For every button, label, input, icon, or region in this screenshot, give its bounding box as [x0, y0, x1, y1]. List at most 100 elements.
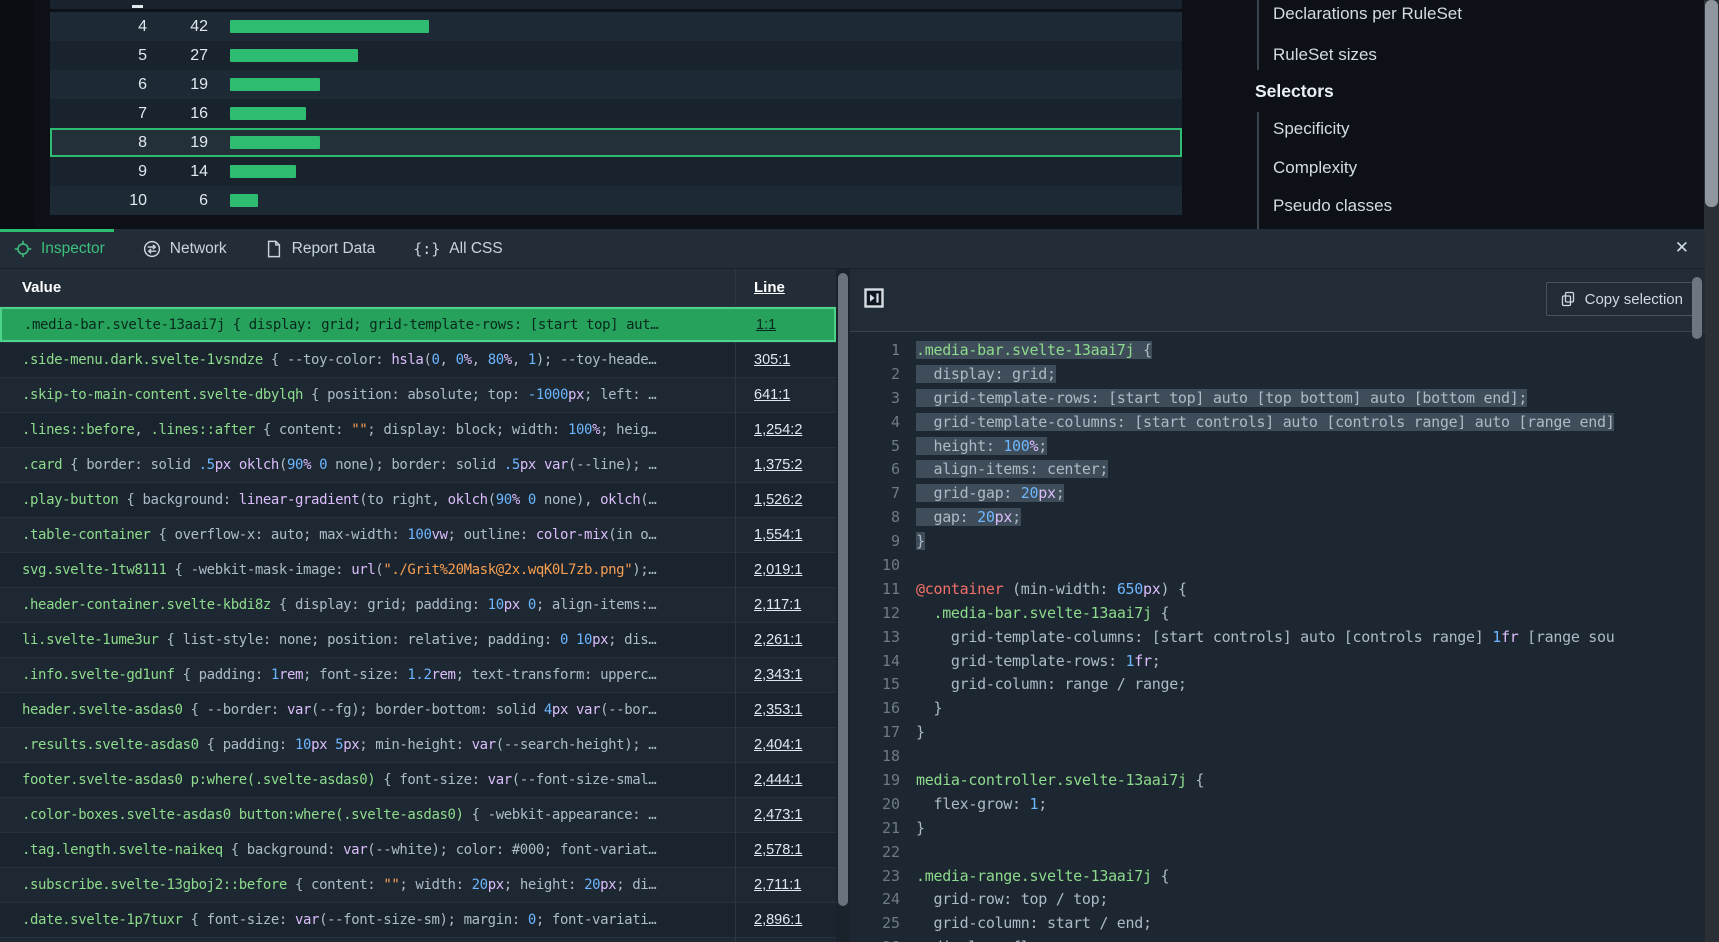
- close-icon[interactable]: ✕: [1675, 237, 1689, 259]
- line-link[interactable]: 2,343:1: [754, 667, 802, 683]
- chart-row-label: 4: [50, 18, 147, 36]
- chart-row-count: 19: [147, 76, 208, 94]
- sidebar-item-complexity[interactable]: Complexity: [1273, 158, 1357, 178]
- table-row[interactable]: .media-bar.svelte-13aai7j { display: gri…: [0, 307, 836, 342]
- line-link[interactable]: 1,526:2: [754, 492, 802, 508]
- css-token: grid-row: top / top;: [916, 890, 1108, 908]
- line-link[interactable]: 1:1: [756, 317, 776, 333]
- table-row[interactable]: .side-menu.dark.svelte-1vsndze { --toy-c…: [0, 342, 836, 377]
- chart-row[interactable]: 619: [50, 70, 1182, 99]
- rule-value-cell: .results.svelte-asdas0 { padding: 10px 5…: [0, 727, 735, 762]
- rule-line-cell: 2,444:1: [735, 762, 836, 797]
- table-row[interactable]: header.svelte-asdas0 { --border: var(--f…: [0, 692, 836, 727]
- chart-row[interactable]: 527: [50, 41, 1182, 70]
- page-scrollbar[interactable]: [1704, 0, 1719, 942]
- code-line: 8 gap: 20px;: [850, 505, 1705, 529]
- table-row[interactable]: .info.svelte-gd1unf { padding: 1rem; fon…: [0, 657, 836, 692]
- line-link[interactable]: 2,444:1: [754, 772, 802, 788]
- network-icon: [143, 240, 161, 258]
- css-token: grid-template-rows:: [916, 652, 1126, 670]
- code-line-number: 20: [850, 795, 916, 813]
- css-token: 1: [1126, 652, 1135, 670]
- chart-row[interactable]: 819: [50, 128, 1182, 157]
- table-row[interactable]: svg.svelte-1tw8111 { -webkit-mask-image:…: [0, 552, 836, 587]
- table-row[interactable]: .play-button { background: linear-gradie…: [0, 482, 836, 517]
- rule-line-cell: 2,711:1: [735, 867, 836, 902]
- chart-row-partial: [50, 0, 1182, 9]
- css-token: ); --toy-heade…: [536, 352, 656, 368]
- line-link[interactable]: 2,117:1: [754, 597, 801, 613]
- table-row[interactable]: .color-boxes.svelte-asdas0 button:where(…: [0, 797, 836, 832]
- table-row[interactable]: .subscribe.svelte-13gboj2::before { cont…: [0, 867, 836, 902]
- rule-value-cell: footer.svelte-asdas0 p:where(.svelte-asd…: [0, 762, 735, 797]
- table-row[interactable]: .lines::before, .lines::after { content:…: [0, 412, 836, 447]
- code-scrollbar-thumb[interactable]: [1692, 277, 1702, 339]
- line-link[interactable]: 1,554:1: [754, 527, 802, 543]
- line-link[interactable]: 2,019:1: [754, 562, 802, 578]
- code-line-text: }: [916, 723, 925, 741]
- code-line: 20 flex-grow: 1;: [850, 792, 1705, 816]
- table-row[interactable]: [0, 937, 836, 942]
- chart-row-count: 42: [147, 18, 208, 36]
- tab-inspector[interactable]: Inspector: [14, 240, 105, 258]
- code-line-text: grid-column: range / range;: [916, 675, 1187, 693]
- line-link[interactable]: 2,578:1: [754, 842, 802, 858]
- code-line: 10: [850, 553, 1705, 577]
- line-link[interactable]: 641:1: [754, 387, 790, 403]
- table-row[interactable]: .results.svelte-asdas0 { padding: 10px 5…: [0, 727, 836, 762]
- code-line-number: 17: [850, 723, 916, 741]
- css-token: (: [279, 457, 287, 473]
- tab-report-data[interactable]: Report Data: [265, 240, 376, 258]
- css-token: "": [351, 422, 367, 438]
- sidebar-item-declarations-per-ruleset[interactable]: Declarations per RuleSet: [1273, 4, 1462, 24]
- chart-row[interactable]: 914: [50, 157, 1182, 186]
- css-token: 1: [528, 352, 536, 368]
- panel-toggle-icon[interactable]: [864, 288, 884, 308]
- sidebar-item-ruleset-sizes[interactable]: RuleSet sizes: [1273, 45, 1377, 65]
- rule-line-cell: 1,554:1: [735, 517, 836, 552]
- css-token: 90: [287, 457, 303, 473]
- css-token: .5: [199, 457, 215, 473]
- panel-split: Value Line .media-bar.svelte-13aai7j { d…: [0, 269, 1705, 942]
- table-scrollbar[interactable]: [836, 269, 850, 942]
- code-header: Copy selection: [850, 269, 1705, 332]
- line-link[interactable]: 2,473:1: [754, 807, 802, 823]
- line-link[interactable]: 2,711:1: [754, 877, 801, 893]
- tab-network[interactable]: Network: [143, 240, 227, 258]
- css-token: %: [512, 492, 520, 508]
- table-row[interactable]: li.svelte-1ume3ur { list-style: none; po…: [0, 622, 836, 657]
- rule-line-cell: 2,117:1: [735, 587, 836, 622]
- css-token: oklch: [448, 492, 488, 508]
- css-token: .tag.length.svelte-naikeq: [22, 842, 223, 858]
- css-token: .color-boxes.svelte-asdas0 button:where(…: [22, 807, 464, 823]
- table-scrollbar-thumb[interactable]: [838, 273, 848, 906]
- table-row[interactable]: footer.svelte-asdas0 p:where(.svelte-asd…: [0, 762, 836, 797]
- page-scrollbar-thumb[interactable]: [1705, 0, 1718, 207]
- line-link[interactable]: 2,404:1: [754, 737, 802, 753]
- line-link[interactable]: 305:1: [754, 352, 790, 368]
- css-token: display: grid;: [916, 365, 1056, 383]
- chart-row[interactable]: 106: [50, 186, 1182, 215]
- table-row[interactable]: .card { border: solid .5px oklch(90% 0 n…: [0, 447, 836, 482]
- table-row[interactable]: .skip-to-main-content.svelte-dbylqh { po…: [0, 377, 836, 412]
- sidebar-item-pseudo-classes[interactable]: Pseudo classes: [1273, 196, 1392, 216]
- sidebar-item-specificity[interactable]: Specificity: [1273, 119, 1350, 139]
- line-link[interactable]: 2,896:1: [754, 912, 802, 928]
- code-line: 16 }: [850, 696, 1705, 720]
- table-row[interactable]: .table-container { overflow-x: auto; max…: [0, 517, 836, 552]
- line-link[interactable]: 1,254:2: [754, 422, 802, 438]
- line-link[interactable]: 2,261:1: [754, 632, 802, 648]
- table-row[interactable]: .date.svelte-1p7tuxr { font-size: var(--…: [0, 902, 836, 937]
- css-token: display: fl: [916, 938, 1030, 942]
- chart-row[interactable]: 442: [50, 12, 1182, 41]
- line-link[interactable]: 1,375:2: [754, 457, 802, 473]
- copy-selection-button[interactable]: Copy selection: [1546, 282, 1697, 316]
- code-line: 15 grid-column: range / range;: [850, 672, 1705, 696]
- table-row[interactable]: .tag.length.svelte-naikeq { background: …: [0, 832, 836, 867]
- column-header-line[interactable]: Line: [735, 269, 836, 306]
- tab-all-css[interactable]: {:}All CSS: [413, 240, 503, 258]
- table-row[interactable]: .header-container.svelte-kbdi8z { displa…: [0, 587, 836, 622]
- line-link[interactable]: 2,353:1: [754, 702, 802, 718]
- css-token: (min-width:: [1003, 580, 1117, 598]
- chart-row[interactable]: 716: [50, 99, 1182, 128]
